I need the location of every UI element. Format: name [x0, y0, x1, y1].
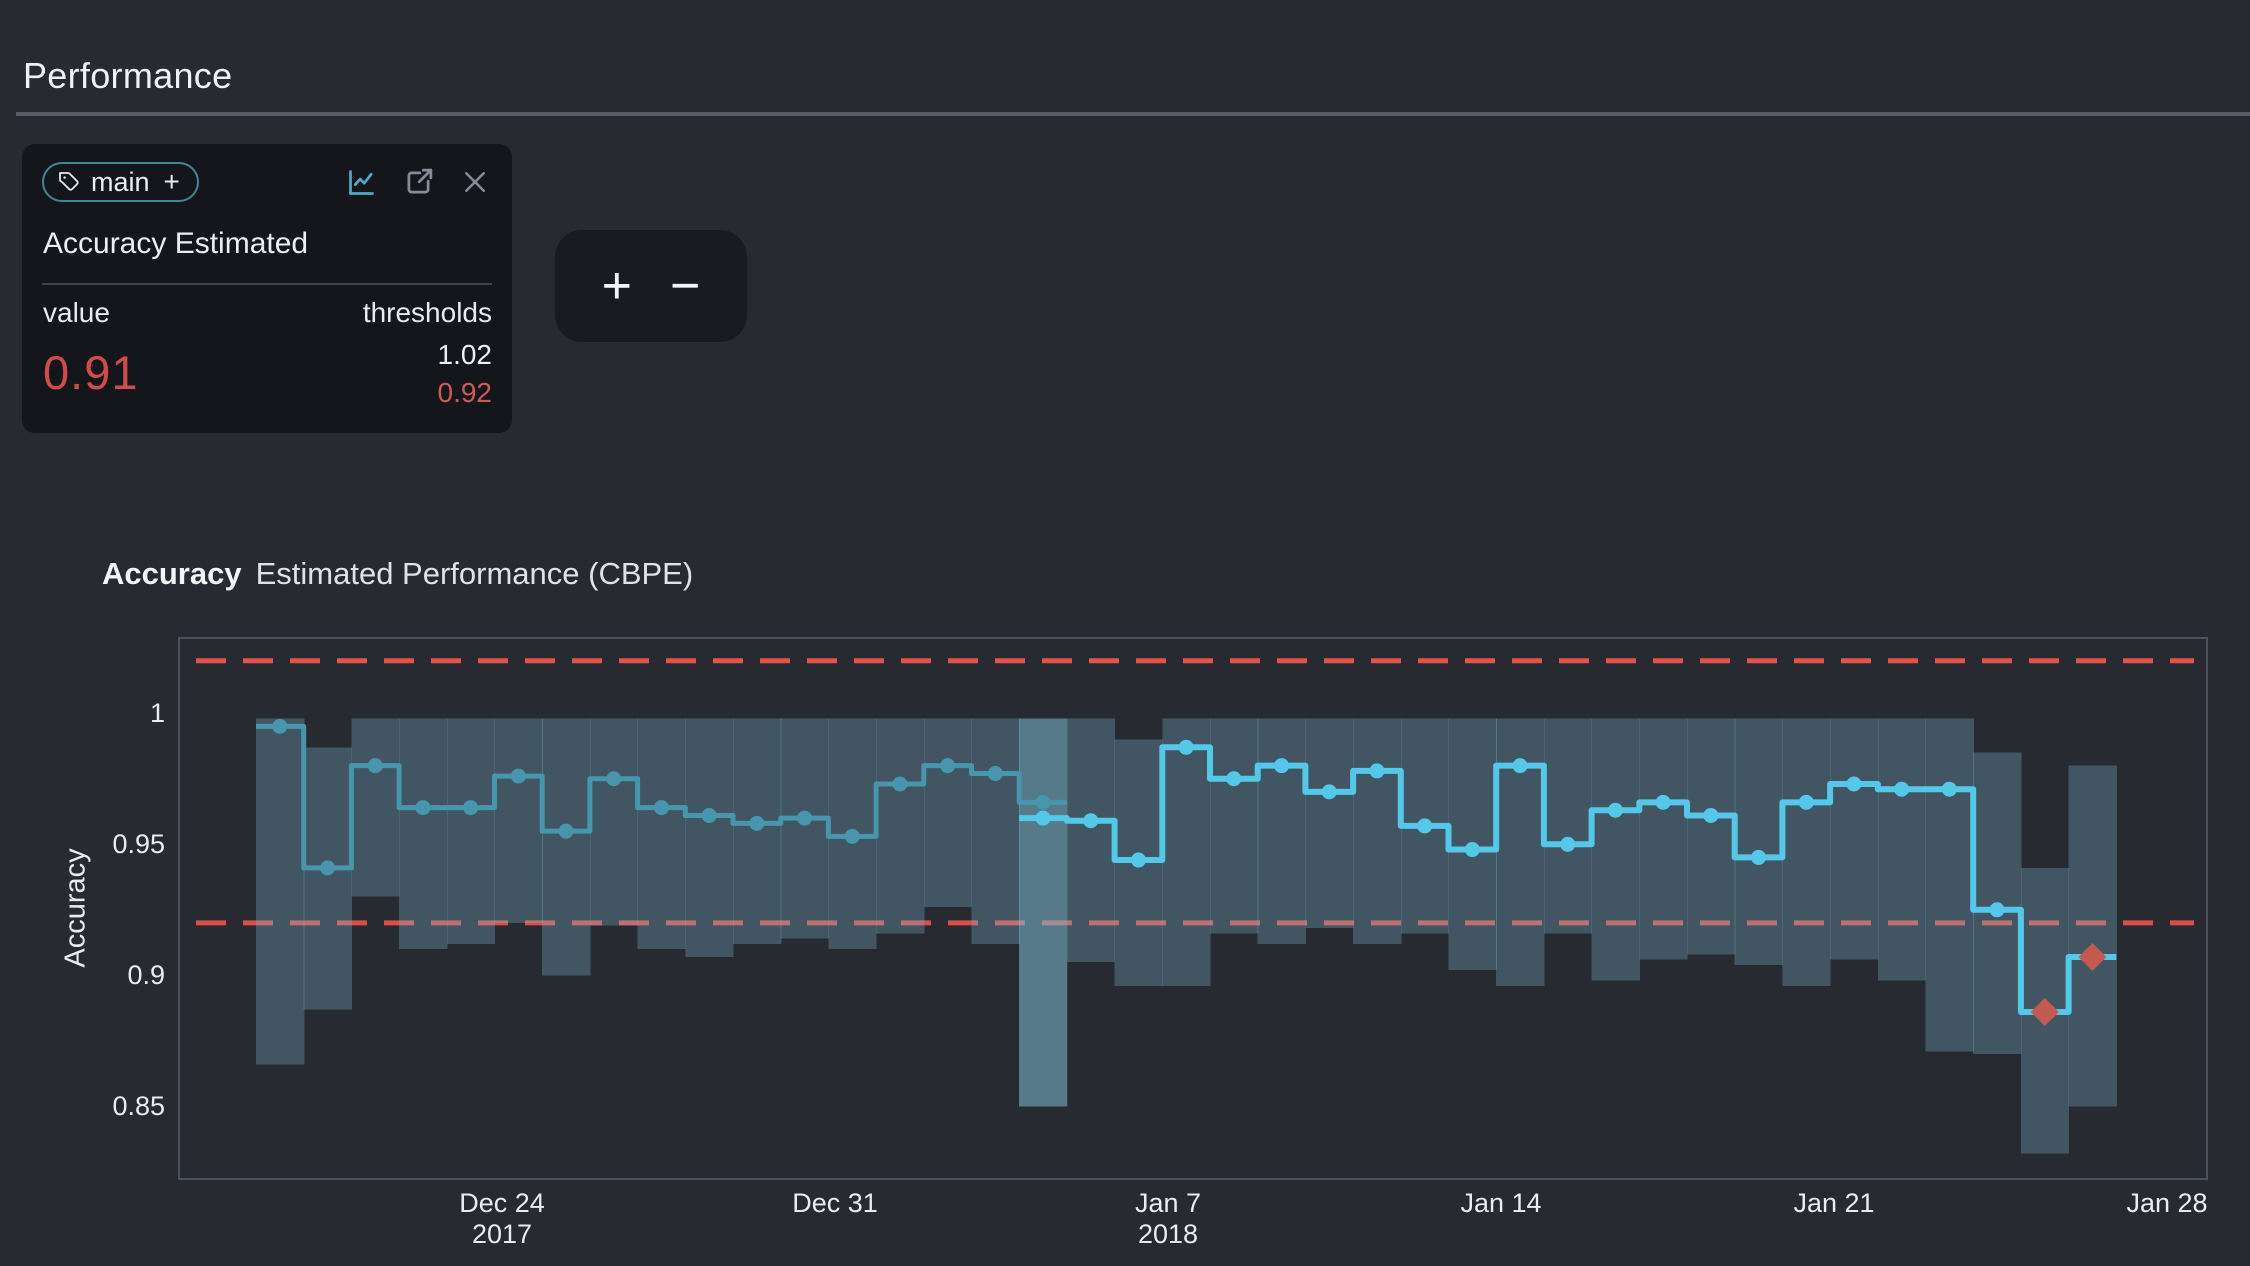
reference-point: [940, 758, 955, 773]
analysis-point: [1369, 763, 1384, 778]
x-tick-label: Jan 21: [1793, 1188, 1874, 1219]
analysis-point: [1274, 758, 1289, 773]
reference-point: [988, 766, 1003, 781]
confidence-band-chunk: [1592, 718, 1640, 980]
analysis-point: [1417, 818, 1432, 833]
reference-point: [1036, 795, 1051, 810]
confidence-band-chunk: [1258, 718, 1306, 943]
confidence-band-chunk: [685, 718, 733, 957]
confidence-band-chunk: [495, 718, 543, 922]
analysis-point: [1894, 782, 1909, 797]
confidence-band-chunk: [447, 718, 495, 943]
x-tick-label: Jan 72018: [1135, 1188, 1201, 1250]
confidence-band-chunk: [304, 747, 352, 1009]
y-tick-label: 1: [40, 698, 165, 729]
reference-point: [272, 719, 287, 734]
confidence-band-chunk: [1067, 718, 1115, 962]
reference-point: [749, 816, 764, 831]
confidence-band-chunk: [781, 718, 829, 938]
confidence-band-chunk: [876, 718, 924, 933]
analysis-point: [1131, 853, 1146, 868]
analysis-point: [1560, 837, 1575, 852]
confidence-band-chunk: [1735, 718, 1783, 964]
transition-highlight: [1019, 718, 1067, 1106]
analysis-point: [1656, 795, 1671, 810]
reference-point: [415, 800, 430, 815]
reference-point: [892, 776, 907, 791]
analysis-point: [1846, 776, 1861, 791]
confidence-band-chunk: [1639, 718, 1687, 959]
reference-point: [368, 758, 383, 773]
confidence-band-chunk: [1926, 718, 1974, 1051]
reference-point: [797, 811, 812, 826]
analysis-point: [1465, 842, 1480, 857]
y-tick-label: 0.85: [40, 1091, 165, 1122]
analysis-point: [1608, 803, 1623, 818]
confidence-band-chunk: [590, 718, 638, 925]
confidence-band-chunk: [638, 718, 686, 949]
confidence-band-chunk: [399, 718, 447, 949]
analysis-point: [1036, 811, 1051, 826]
y-tick-label: 0.9: [40, 960, 165, 991]
reference-point: [845, 829, 860, 844]
analysis-point: [1942, 782, 1957, 797]
confidence-band-chunk: [924, 718, 972, 907]
analysis-point: [1703, 808, 1718, 823]
reference-point: [511, 769, 526, 784]
confidence-band-chunk: [1830, 718, 1878, 959]
analysis-point: [1513, 758, 1528, 773]
confidence-band-chunk: [972, 718, 1020, 943]
x-tick-label: Jan 14: [1460, 1188, 1541, 1219]
confidence-band-chunk: [1878, 718, 1926, 980]
y-tick-label: 0.95: [40, 829, 165, 860]
confidence-band-chunk: [733, 718, 781, 943]
analysis-point: [1322, 784, 1337, 799]
confidence-band-chunk: [1687, 718, 1735, 954]
reference-point: [606, 771, 621, 786]
x-tick-label: Dec 31: [792, 1188, 878, 1219]
confidence-band-chunk: [2069, 766, 2117, 1107]
confidence-band-chunk: [1210, 718, 1258, 933]
reference-point: [702, 808, 717, 823]
x-tick-label: Jan 28: [2126, 1188, 2207, 1219]
analysis-point: [1751, 850, 1766, 865]
confidence-band-chunk: [1544, 718, 1592, 933]
analysis-point: [1990, 902, 2005, 917]
x-tick-label: Dec 242017: [459, 1188, 545, 1250]
confidence-band-chunk: [542, 718, 590, 975]
analysis-point: [1179, 740, 1194, 755]
confidence-band-chunk: [351, 718, 399, 896]
confidence-band-chunk: [256, 718, 304, 1064]
analysis-point: [1799, 795, 1814, 810]
reference-point: [320, 860, 335, 875]
analysis-point: [1226, 771, 1241, 786]
analysis-point: [1083, 813, 1098, 828]
performance-chart[interactable]: [0, 0, 2250, 1266]
reference-point: [463, 800, 478, 815]
confidence-band-chunk: [1305, 718, 1353, 928]
reference-point: [559, 824, 574, 839]
confidence-band-chunk: [1353, 718, 1401, 943]
confidence-band-chunk: [1162, 718, 1210, 985]
confidence-band-chunk: [1782, 718, 1830, 985]
reference-point: [654, 800, 669, 815]
